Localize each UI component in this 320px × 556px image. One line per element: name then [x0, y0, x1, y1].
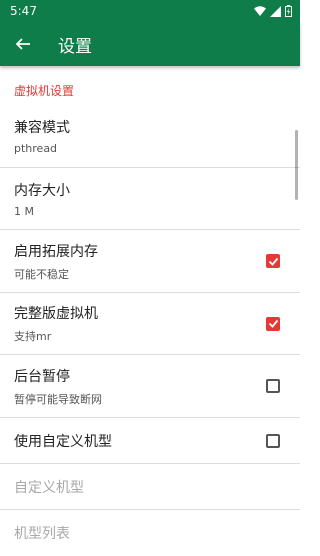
pref-title: 使用自定义机型 [14, 433, 112, 450]
scrollbar[interactable] [295, 130, 298, 200]
pref-summary: pthread [14, 142, 58, 155]
pref-custom-model: 自定义机型 [0, 464, 300, 510]
pref-full-vm[interactable]: 完整版虚拟机 支持mr [0, 293, 300, 355]
pref-background-pause[interactable]: 后台暂停 暂停可能导致断网 [0, 355, 300, 418]
pref-model-list: 机型列表 [0, 510, 300, 556]
check-icon [268, 257, 278, 266]
pref-summary: 暂停可能导致断网 [14, 392, 102, 406]
pref-title: 后台暂停 [14, 368, 70, 385]
wifi-icon [254, 6, 266, 16]
page-title: 设置 [58, 36, 92, 57]
pref-compat-mode[interactable]: 兼容模式 pthread [0, 105, 300, 168]
pref-title: 兼容模式 [14, 120, 70, 136]
pref-title: 启用拓展内存 [14, 243, 98, 260]
arrow-back-icon [15, 38, 30, 50]
battery-icon [285, 5, 292, 17]
status-time: 5:47 [10, 4, 37, 18]
full-vm-checkbox[interactable] [266, 316, 280, 331]
pref-title: 自定义机型 [14, 479, 84, 496]
pref-use-custom-model[interactable]: 使用自定义机型 [0, 418, 300, 464]
pref-title: 完整版虚拟机 [14, 306, 98, 322]
custom-model-checkbox[interactable] [266, 433, 280, 448]
check-icon [268, 319, 278, 328]
pref-title: 内存大小 [14, 182, 70, 199]
status-icons [254, 5, 292, 17]
pref-summary: 支持mr [14, 330, 52, 343]
app-bar: 设置 [0, 22, 300, 66]
section-header: 虚拟机设置 [14, 84, 75, 98]
pref-memory-size[interactable]: 内存大小 1 M [0, 168, 300, 230]
back-button[interactable] [0, 22, 46, 66]
pref-summary: 可能不稳定 [14, 267, 69, 281]
settings-list[interactable]: 虚拟机设置 兼容模式 pthread 内存大小 1 M 启用拓展内存 可能不稳定… [0, 66, 300, 556]
pref-title: 机型列表 [14, 526, 70, 542]
extended-memory-checkbox[interactable] [266, 254, 280, 268]
signal-icon [270, 5, 281, 17]
status-bar: 5:47 [0, 0, 300, 22]
background-pause-checkbox[interactable] [266, 379, 280, 393]
pref-extended-memory[interactable]: 启用拓展内存 可能不稳定 [0, 230, 300, 293]
pref-summary: 1 M [14, 204, 34, 218]
